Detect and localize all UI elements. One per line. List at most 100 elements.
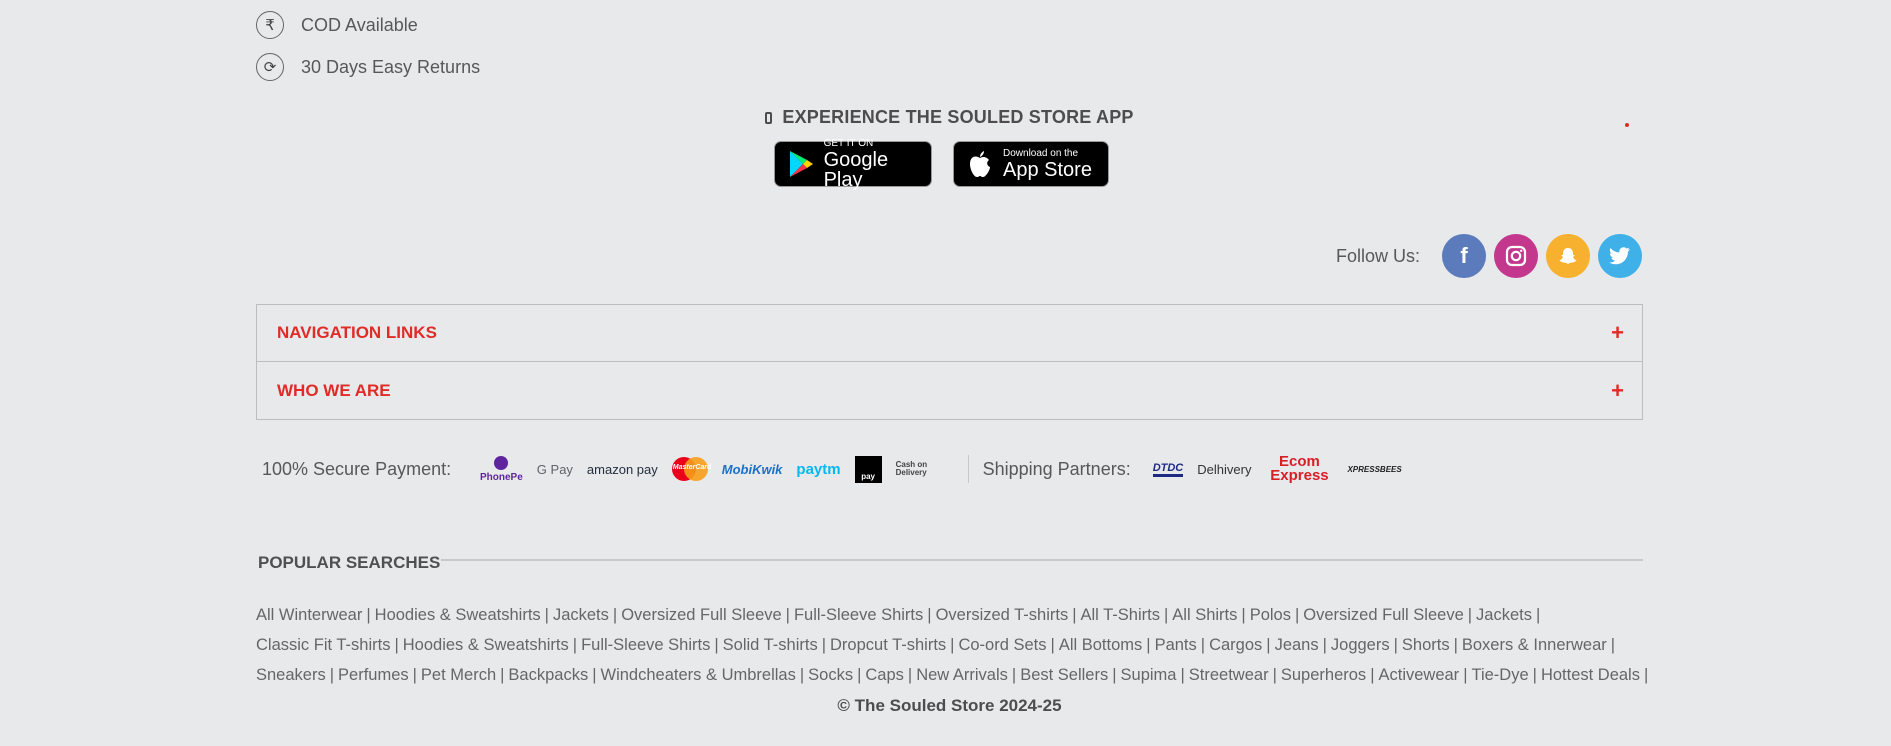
popular-searches-title: POPULAR SEARCHES: [258, 553, 441, 572]
secure-payment-label: 100% Secure Payment:: [262, 458, 452, 479]
accordion-title: NAVIGATION LINKS: [277, 323, 437, 342]
google-play-icon: [786, 149, 816, 179]
popular-search-link[interactable]: Classic Fit T-shirts: [256, 636, 390, 654]
amazon-pay-logo: amazon pay: [586, 461, 658, 477]
separator: |: [1467, 606, 1473, 624]
popular-search-link[interactable]: Solid T-shirts: [723, 636, 818, 654]
app-store-button[interactable]: Download on the App Store: [953, 141, 1109, 187]
twitter-icon[interactable]: [1598, 234, 1642, 278]
payment-shipping-row: 100% Secure Payment: PhonePe G Pay amazo…: [262, 454, 1416, 483]
separator: |: [1393, 636, 1398, 654]
popular-search-link[interactable]: Perfumes: [338, 666, 409, 684]
popular-search-link[interactable]: Pants: [1155, 636, 1197, 654]
rupee-icon: ₹: [256, 11, 284, 39]
popular-search-link[interactable]: Streetwear: [1189, 666, 1269, 684]
facebook-icon[interactable]: f: [1442, 234, 1486, 278]
separator: |: [785, 606, 790, 624]
separator: |: [366, 606, 371, 624]
popular-search-link[interactable]: Caps: [865, 666, 904, 684]
separator: |: [1266, 636, 1271, 654]
phonepe-logo: PhonePe: [480, 455, 523, 483]
xpressbees-logo: XPRESSBEES: [1347, 464, 1402, 474]
popular-search-link[interactable]: All Winterwear: [256, 606, 362, 624]
paytm-logo: paytm: [796, 460, 841, 478]
popular-search-link[interactable]: Tie-Dye: [1471, 666, 1528, 684]
popular-search-link[interactable]: Jackets: [553, 606, 609, 624]
separator: |: [1643, 666, 1649, 684]
popular-search-link[interactable]: All Bottoms: [1059, 636, 1142, 654]
mastercard-logo: MasterCard: [671, 457, 711, 481]
popular-search-link[interactable]: Pet Merch: [421, 666, 496, 684]
separator: |: [329, 666, 335, 684]
popular-search-link[interactable]: Backpacks: [508, 666, 588, 684]
popular-search-link[interactable]: Socks: [808, 666, 853, 684]
bhim-pay-logo: pay: [854, 455, 882, 483]
popular-search-link[interactable]: Hoodies & Sweatshirts: [375, 606, 541, 624]
google-play-small-text: GET IT ON: [823, 137, 874, 149]
popular-search-link[interactable]: Cargos: [1209, 636, 1262, 654]
popular-search-link[interactable]: Dropcut T-shirts: [830, 636, 946, 654]
popular-row: All Winterwear | Hoodies & Sweatshirts | Jac…: [256, 600, 1643, 630]
accordion-who-we-are[interactable]: WHO WE ARE +: [256, 362, 1643, 420]
instagram-icon[interactable]: [1494, 234, 1538, 278]
separator: |: [1200, 636, 1206, 654]
popular-search-link[interactable]: Jackets: [1476, 606, 1532, 624]
separator: |: [544, 606, 549, 624]
plus-icon[interactable]: +: [1611, 320, 1624, 346]
refresh-icon: ⟳: [256, 53, 284, 81]
apple-icon: [965, 149, 995, 179]
snapchat-icon[interactable]: [1546, 234, 1590, 278]
copyright: © The Souled Store 2024-25: [837, 696, 1062, 715]
popular-search-link[interactable]: Superheros: [1281, 666, 1366, 684]
separator: |: [500, 666, 505, 684]
separator: |: [1535, 606, 1541, 624]
app-store-big-text: App Store: [1003, 158, 1092, 181]
gpay-logo: G Pay: [536, 461, 573, 477]
app-store-small-text: Download on the: [1003, 147, 1079, 159]
popular-search-link[interactable]: Jeans: [1275, 636, 1319, 654]
dtdc-logo: DTDC: [1152, 462, 1184, 477]
popular-search-link[interactable]: Full-Sleeve Shirts: [581, 636, 710, 654]
separator: |: [907, 666, 913, 684]
popular-search-link[interactable]: New Arrivals: [916, 666, 1008, 684]
popular-search-link[interactable]: Best Sellers: [1020, 666, 1108, 684]
follow-us: Follow Us: f: [1336, 234, 1642, 278]
popular-search-link[interactable]: Joggers: [1331, 636, 1390, 654]
cursor-dot: [1625, 123, 1629, 127]
popular-search-link[interactable]: Hoodies & Sweatshirts: [403, 636, 569, 654]
popular-search-link[interactable]: Hottest Deals: [1541, 666, 1640, 684]
popular-search-link[interactable]: Supima: [1121, 666, 1177, 684]
separator: |: [1146, 636, 1151, 654]
popular-search-link[interactable]: Polos: [1250, 606, 1291, 624]
separator: |: [857, 666, 862, 684]
app-title-text: EXPERIENCE THE SOULED STORE APP: [782, 107, 1134, 127]
perk-label: 30 Days Easy Returns: [301, 56, 481, 77]
google-play-button[interactable]: GET IT ON Google Play: [774, 137, 932, 191]
accordion-navigation-links[interactable]: NAVIGATION LINKS +: [256, 304, 1643, 362]
popular-search-link[interactable]: Oversized T-shirts: [936, 606, 1069, 624]
popular-search-link[interactable]: All T-Shirts: [1081, 606, 1160, 624]
separator: |: [1163, 606, 1169, 624]
popular-search-link[interactable]: Shorts: [1402, 636, 1450, 654]
popular-search-link[interactable]: Sneakers: [256, 666, 326, 684]
mobikwik-logo: MobiKwik: [721, 461, 783, 477]
separator: |: [1272, 666, 1277, 684]
follow-label: Follow Us:: [1335, 245, 1420, 266]
app-section-title: EXPERIENCE THE SOULED STORE APP: [256, 107, 1643, 128]
popular-search-link[interactable]: Windcheaters & Umbrellas: [601, 666, 796, 684]
popular-search-link[interactable]: Oversized Full Sleeve: [1303, 606, 1463, 624]
separator: |: [1180, 666, 1185, 684]
popular-search-link[interactable]: Full-Sleeve Shirts: [794, 606, 923, 624]
popular-search-link[interactable]: Oversized Full Sleeve: [621, 606, 781, 624]
popular-search-link[interactable]: Boxers & Innerwear: [1462, 636, 1607, 654]
separator: |: [592, 666, 597, 684]
separator: |: [612, 606, 618, 624]
divider: [441, 559, 1643, 561]
plus-icon[interactable]: +: [1611, 378, 1624, 404]
popular-search-link[interactable]: Co-ord Sets: [958, 636, 1046, 654]
popular-search-link[interactable]: Activewear: [1378, 666, 1459, 684]
separator: |: [412, 666, 417, 684]
google-play-big-text: Google Play: [823, 148, 889, 191]
popular-search-link[interactable]: All Shirts: [1172, 606, 1237, 624]
phone-icon: [765, 112, 773, 124]
